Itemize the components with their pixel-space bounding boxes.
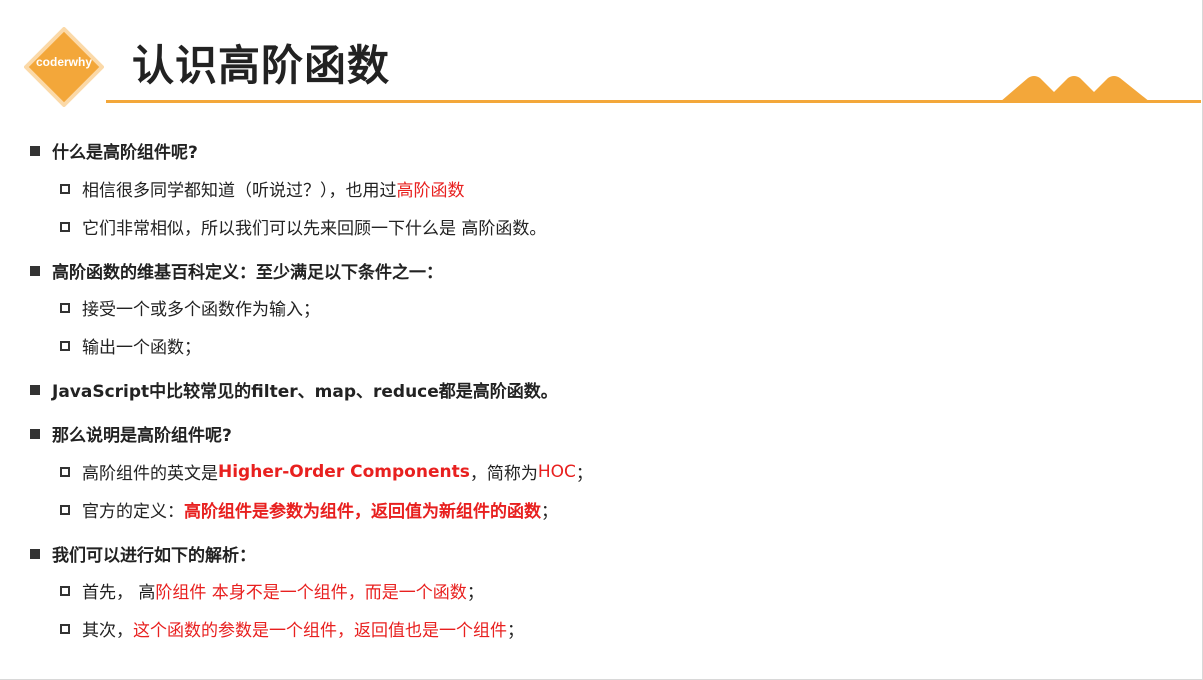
sub-bullet-text: 高阶组件的英文是	[82, 464, 218, 484]
sub-bullet-text: ；	[575, 464, 593, 484]
bullet-3: JavaScript中比较常见的filter、map、reduce都是高阶函数。	[30, 377, 558, 402]
sub-bullet-text: 输出一个函数；	[82, 338, 201, 358]
bullet-5: 我们可以进行如下的解析：	[30, 541, 256, 566]
bullet-text: 什么是高阶组件呢?	[52, 143, 198, 163]
sub-bullet-text: 官方的定义：	[82, 502, 184, 522]
bullet-square	[30, 428, 40, 439]
sub-bullet-5-2: 其次， 这个函数的参数是一个组件，返回值也是一个组件 ；	[60, 616, 524, 641]
header-divider	[106, 100, 1201, 103]
sub-bullet-5-1: 首先， 高 阶组件 本身不是一个组件，而是一个函数 ；	[60, 578, 484, 603]
sub-bullet-text: 接受一个或多个函数作为输入；	[82, 300, 320, 320]
highlight-text: 阶组件 本身不是一个组件，而是一个函数	[155, 583, 467, 603]
sub-bullet-text: 首先， 高	[82, 583, 156, 603]
bullet-2: 高阶函数的维基百科定义：至少满足以下条件之一：	[30, 258, 443, 283]
bullet-text: 那么说明是高阶组件呢?	[52, 426, 232, 446]
sub-bullet-2-1: 接受一个或多个函数作为输入；	[60, 295, 320, 320]
sub-bullet-square	[60, 504, 70, 515]
sub-bullet-1-2: 它们非常相似，所以我们可以先来回顾一下什么是 高阶函数。	[60, 214, 546, 239]
highlight-text: Higher-Order Components	[218, 461, 470, 482]
sub-bullet-square	[60, 221, 70, 232]
bullet-text: JavaScript中比较常见的filter、map、reduce都是高阶函数。	[52, 382, 558, 402]
sub-bullet-4-2: 官方的定义： 高阶组件是参数为组件，返回值为新组件的函数 ；	[60, 497, 558, 522]
highlight-text: 高阶函数	[396, 181, 465, 201]
bullet-text: 高阶函数的维基百科定义：至少满足以下条件之一：	[52, 263, 443, 283]
sub-bullet-4-1: 高阶组件的英文是 Higher-Order Components ，简称为 HO…	[60, 459, 593, 484]
sub-bullet-2-2: 输出一个函数；	[60, 333, 201, 358]
sub-bullet-square	[60, 302, 70, 313]
sub-bullet-square	[60, 623, 70, 634]
sub-bullet-text: 其次，	[82, 621, 133, 641]
highlight-text: 高阶组件是参数为组件，返回值为新组件的函数	[184, 502, 541, 522]
sub-bullet-square	[60, 183, 70, 194]
sub-bullet-text: ；	[541, 502, 558, 522]
highlight-text: 这个函数的参数是一个组件，返回值也是一个组件	[133, 621, 507, 641]
sub-bullet-text: ，简称为	[469, 464, 538, 484]
sub-bullet-text: 相信很多同学都知道（听说过？），也用过	[82, 181, 397, 201]
slide: coderwhy 认识高阶函数 什么是高阶组件呢? 相信很多同学都知道（听说过？…	[0, 0, 1203, 680]
sub-bullet-text: 它们非常相似，所以我们可以先来回顾一下什么是 高阶函数。	[82, 219, 547, 239]
bullet-1: 什么是高阶组件呢?	[30, 138, 198, 163]
highlight-text: HOC	[537, 461, 576, 482]
page-title: 认识高阶函数	[132, 41, 391, 90]
sub-bullet-square	[60, 585, 70, 596]
bullet-square	[30, 265, 40, 276]
bullet-square	[30, 548, 40, 559]
bullet-4: 那么说明是高阶组件呢?	[30, 421, 232, 446]
sub-bullet-square	[60, 340, 70, 351]
peaks-decoration	[1000, 76, 1150, 102]
sub-bullet-1-1: 相信很多同学都知道（听说过？），也用过 高阶函数	[60, 176, 465, 201]
bullet-text: 我们可以进行如下的解析：	[52, 546, 256, 566]
sub-bullet-square	[60, 466, 70, 477]
sub-bullet-text: ；	[507, 621, 524, 641]
logo-text: coderwhy	[35, 55, 92, 69]
bullet-square	[30, 384, 40, 395]
bullet-square	[30, 145, 40, 156]
sub-bullet-text: ；	[466, 583, 484, 603]
